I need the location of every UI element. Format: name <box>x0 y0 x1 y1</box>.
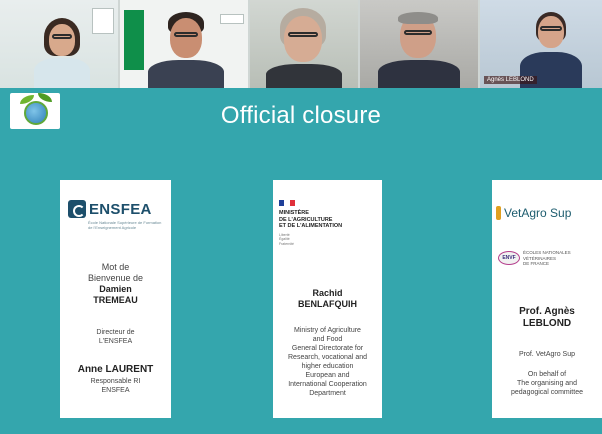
speaker-last-name: LEBLOND <box>522 318 572 329</box>
speaker-last-name: BENLAFQUIH <box>298 299 357 309</box>
video-participants-strip: Agnès LEBLOND <box>0 0 602 88</box>
vetagro-logo-icon <box>496 206 501 220</box>
speaker-panel-ensfea: ENSFEA École Nationale Supérieure de For… <box>60 180 171 418</box>
speaker-last-name: TREMEAU <box>93 295 138 305</box>
speaker-role-line: International Cooperation <box>288 381 367 388</box>
speaker-role-line: European and <box>305 372 350 379</box>
behalf-line: The organising and <box>517 380 577 387</box>
participant-tile-2[interactable] <box>120 0 248 88</box>
ensfea-logo-subtitle: École Nationale Supérieure de Formation … <box>88 220 162 230</box>
speaker-role-line: Department <box>309 390 346 397</box>
speaker-first-name: Rachid <box>312 288 343 298</box>
participant-tile-4[interactable] <box>360 0 478 88</box>
french-flag-icon <box>279 200 295 206</box>
speaker-role-line: Ministry of Agriculture <box>294 327 361 334</box>
participant-name-tag: Agnès LEBLOND <box>484 76 537 84</box>
behalf-line: On behalf of <box>527 371 567 378</box>
ministry-logo: MINISTÈRE DE L'AGRICULTURE ET DE L'ALIME… <box>279 200 379 246</box>
envf-logo-icon: ENVF <box>498 251 520 266</box>
speaker-role-line-2: L'ENSFEA <box>98 338 133 345</box>
speaker-panel-ministry: MINISTÈRE DE L'AGRICULTURE ET DE L'ALIME… <box>273 180 382 418</box>
speaker-role-line: higher education <box>301 363 354 370</box>
participant-tile-1[interactable] <box>0 0 118 88</box>
speaker-first-name: Prof. Agnès <box>519 306 575 317</box>
speaker-first-name: Damien <box>99 284 132 294</box>
speaker-panel-vetagro: VetAgro Sup ENVF ÉCOLES NATIONALES VÉTÉR… <box>492 180 602 418</box>
slide-title: Official closure <box>220 102 382 129</box>
speaker-role-line-1: Directeur de <box>96 329 135 336</box>
welcome-line-2: Bienvenue de <box>87 273 144 283</box>
speaker-role: Prof. VetAgro Sup <box>518 351 576 358</box>
participant-tile-3[interactable] <box>250 0 358 88</box>
participant-tile-5[interactable]: Agnès LEBLOND <box>480 0 602 88</box>
speaker-role-line: Research, vocational and <box>288 354 367 361</box>
second-speaker-name: Anne LAURENT <box>77 364 154 375</box>
second-speaker-role-line-2: ENSFEA <box>101 387 130 394</box>
speaker-role-line: and Food <box>312 336 343 343</box>
second-speaker-role-line-1: Responsable RI <box>90 378 141 385</box>
ensfea-logo: ENSFEA <box>68 200 152 218</box>
behalf-line: pedagogical committee <box>511 389 583 396</box>
envf-logo: ENVF ÉCOLES NATIONALES VÉTÉRINAIRES DE F… <box>498 250 571 267</box>
speaker-role-line: General Directorate for <box>291 345 364 352</box>
welcome-line-1: Mot de <box>101 262 130 272</box>
vetagro-logo: VetAgro Sup <box>496 206 571 220</box>
ensfea-logo-icon <box>68 200 86 218</box>
